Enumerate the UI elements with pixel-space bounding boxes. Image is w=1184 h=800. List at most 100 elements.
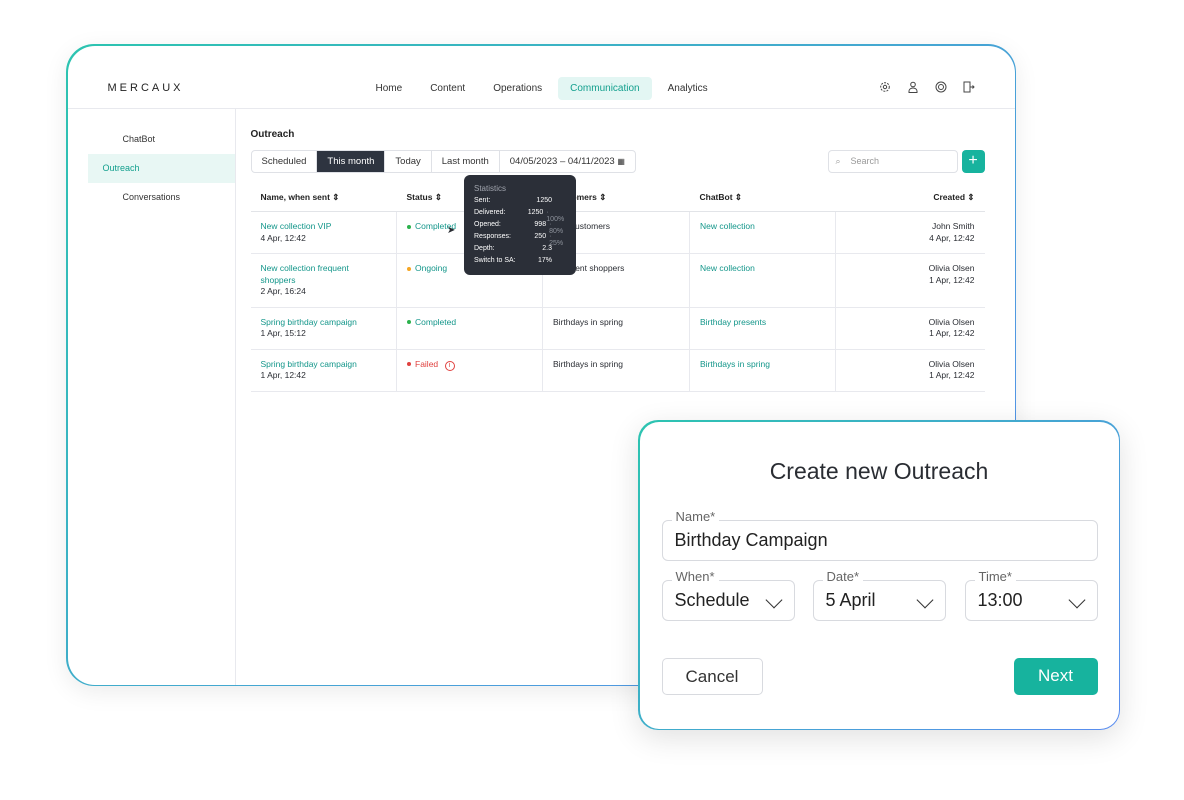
name-field[interactable]: Name* Birthday Campaign [661,509,1098,561]
status-cell: Failed i [396,349,543,392]
modal-title: Create new Outreach [769,457,989,484]
next-button[interactable]: Next [1013,657,1098,695]
chatbot-cell: Birthdays in spring [689,349,836,392]
name-value: Birthday Campaign [674,529,828,550]
time-label: Time* [974,569,1016,584]
chatbot-link[interactable]: New collection [700,221,755,231]
table-row[interactable]: New collection VIP 4 Apr, 12:42 Completed… [250,211,985,254]
stat-percent: · 100% [546,209,565,223]
when-value: Schedule [674,589,750,610]
main-content: Outreach Scheduled This month Today Last… [250,109,985,392]
customers-cell: Birthdays in spring [542,307,690,350]
info-icon[interactable]: i [444,360,455,371]
chatbot-link[interactable]: New collection [700,263,755,273]
stat-label: Opened: [474,221,501,228]
tooltip-title: Statistics [474,184,507,193]
stat-percent: · 80% [549,221,564,235]
created-date: 1 Apr, 12:42 [929,328,975,338]
name-cell: New collection frequent shoppers 2 Apr, 1… [250,253,397,308]
created-date: 1 Apr, 12:42 [929,274,975,285]
tooltip-row: Sent: 1250 [474,197,566,209]
creator: Olivia Olsen [928,316,975,327]
when-label: When* [671,569,719,584]
tooltip-row: Switch to SA: 17% [474,257,566,269]
nav-operations[interactable]: Operations [481,77,554,100]
sent-time: 1 Apr, 12:42 [260,370,306,380]
create-outreach-modal: Create new Outreach Name* Birthday Campai… [638,420,1120,730]
gear-icon[interactable] [879,80,891,92]
nav-analytics[interactable]: Analytics [656,77,720,100]
sidebar-item-conversations[interactable]: Conversations [88,183,235,212]
creator: John Smith [931,221,975,231]
outreach-name-link[interactable]: Spring birthday campaign [261,317,361,329]
filter-today[interactable]: Today [385,150,432,172]
tooltip-row: Opened: 998 · 80% [474,221,566,235]
stat-label: Delivered: [474,209,506,216]
nav-content[interactable]: Content [418,77,477,100]
created-cell: John Smith 4 Apr, 12:42 [835,211,985,254]
creator: Olivia Olsen [928,358,975,369]
date-range-picker[interactable]: 04/05/2023 – 04/11/2023 ▦ [500,151,635,172]
time-select[interactable]: Time* 13:00 [964,569,1098,621]
logo: MERCAUX [107,81,184,94]
sidebar: ChatBot Outreach Conversations [68,108,236,685]
add-outreach-button[interactable]: + [961,149,985,173]
stat-label: Sent: [474,197,491,204]
date-select[interactable]: Date* 5 April [812,569,946,621]
user-icon[interactable] [907,80,919,93]
nav-communication[interactable]: Communication [558,76,652,100]
stat-value: 2.3 [542,245,552,252]
filter-this-month[interactable]: This month [317,150,386,172]
chatbot-link[interactable]: Birthday presents [700,317,766,327]
chatbot-cell: Birthday presents [689,307,836,350]
filter-last-month[interactable]: Last month [432,150,500,172]
page-title: Outreach [250,128,295,140]
created-cell: Olivia Olsen 1 Apr, 12:42 [835,349,985,392]
col-chatbot[interactable]: ChatBot ⇕ [689,184,836,212]
table-row[interactable]: Spring birthday campaign 1 Apr, 12:42 Fai… [250,349,985,392]
status-dot [407,266,411,271]
col-name[interactable]: Name, when sent ⇕ [250,184,397,212]
logout-icon[interactable] [963,80,975,92]
outreach-name-link[interactable]: New collection VIP [261,221,361,233]
stat-value: 250 [534,233,547,240]
stat-value: 1250 [527,209,544,216]
nav-home[interactable]: Home [364,77,415,100]
created-date: 4 Apr, 12:42 [929,232,975,243]
chatbot-link[interactable]: Birthdays in spring [700,359,770,369]
tooltip-row: Delivered: 1250 · 100% [474,209,566,223]
status-dot [407,320,411,325]
chatbot-cell: New collection [689,211,836,254]
chevron-down-icon [916,591,933,608]
status-badge[interactable]: Ongoing [415,263,447,273]
globe-icon[interactable] [935,80,947,92]
name-cell: Spring birthday campaign 1 Apr, 12:42 [250,349,397,392]
sidebar-item-outreach[interactable]: Outreach [87,153,235,183]
when-select[interactable]: When* Schedule [661,569,795,621]
col-created[interactable]: Created ⇕ [835,184,985,212]
outreach-table: Name, when sent ⇕ Status ⇕ Customers ⇕ C… [250,184,985,392]
table-row[interactable]: Spring birthday campaign 1 Apr, 15:12 Com… [250,307,985,350]
name-cell: New collection VIP 4 Apr, 12:42 [250,211,397,254]
outreach-name-link[interactable]: New collection frequent shoppers [261,263,361,286]
time-value: 13:00 [977,589,1023,610]
statistics-tooltip: Statistics Sent: 1250 Delivered: 1250 · 100%… [464,175,576,275]
date-label: Date* [822,569,864,584]
name-label: Name* [671,509,720,524]
search-input[interactable]: ⌕ Search [827,149,958,173]
status-badge[interactable]: Failed [415,359,438,369]
stat-label: Depth: [474,245,495,252]
tooltip-row: Responses: 250 · 25% [474,233,566,247]
chevron-down-icon [765,591,782,608]
date-range-value: 04/05/2023 – 04/11/2023 [509,155,615,167]
chatbot-cell: New collection [689,253,836,308]
filter-scheduled[interactable]: Scheduled [252,150,318,172]
status-badge[interactable]: Completed [415,317,456,327]
table-row[interactable]: New collection frequent shoppers 2 Apr, 1… [250,253,985,308]
sidebar-item-chatbot[interactable]: ChatBot [88,125,235,154]
chevron-down-icon [1068,591,1085,608]
customers-cell: Birthdays in spring [542,349,690,392]
main-nav: Home Content Operations Communication An… [364,76,720,100]
outreach-name-link[interactable]: Spring birthday campaign [261,359,361,371]
cancel-button[interactable]: Cancel [661,657,763,695]
